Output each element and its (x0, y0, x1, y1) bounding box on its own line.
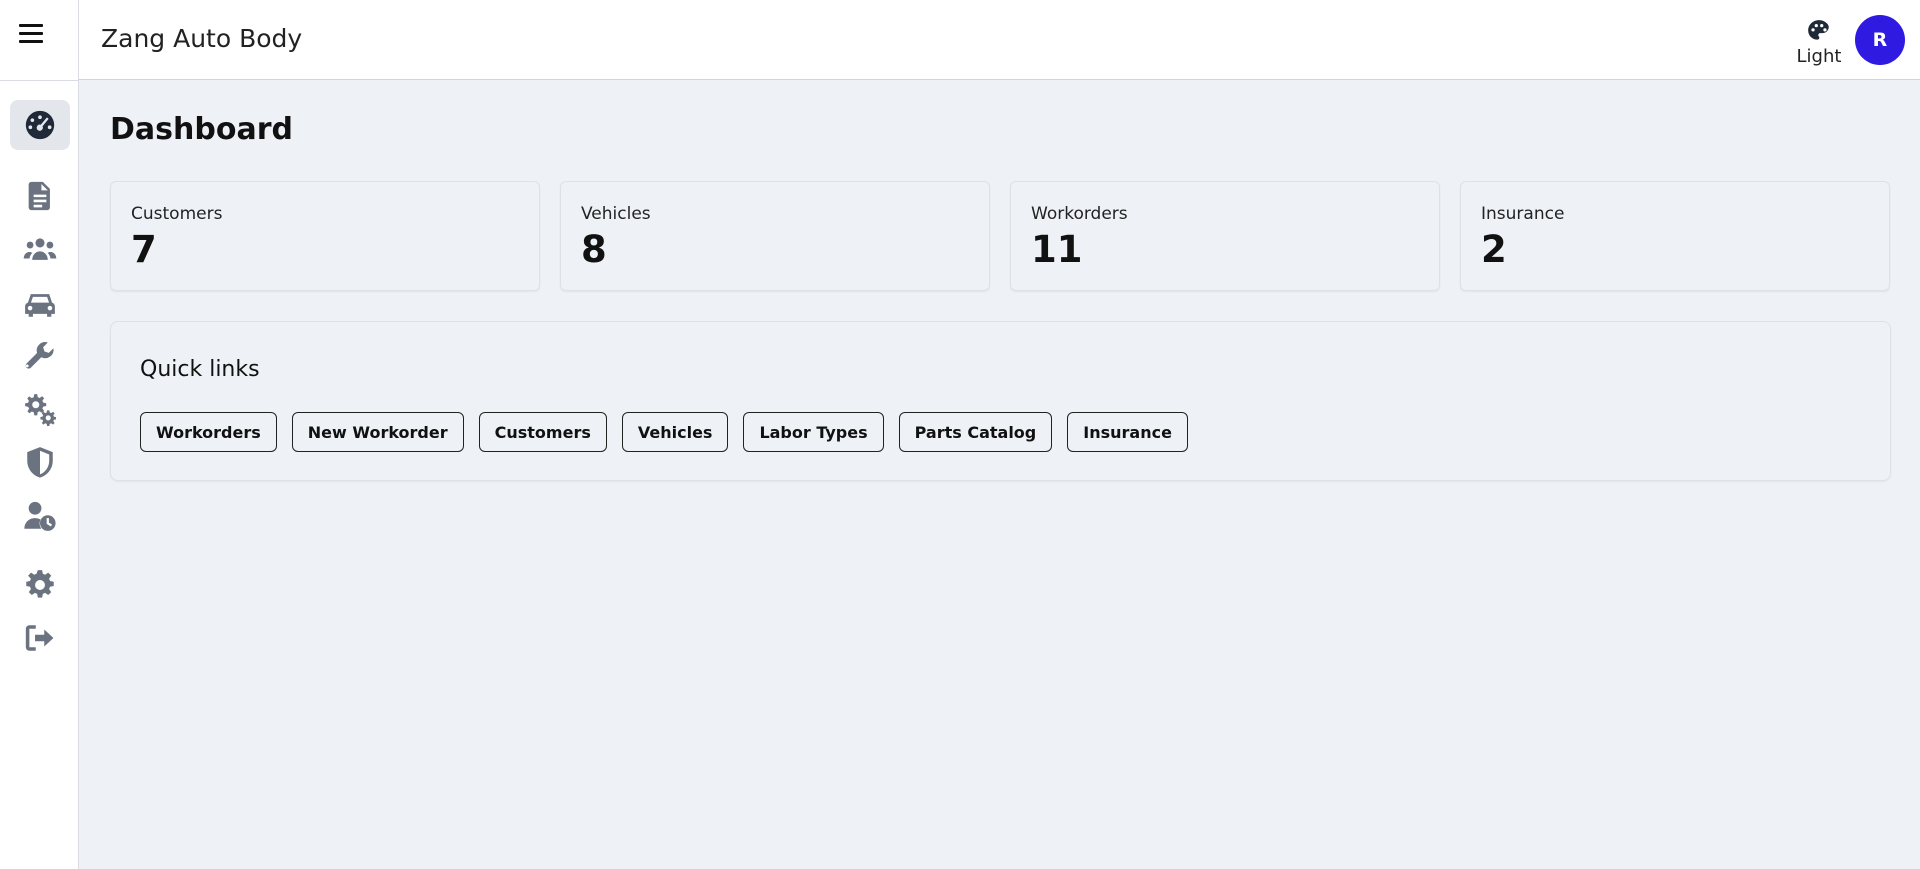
quick-links-buttons: Workorders New Workorder Customers Vehic… (140, 412, 1188, 452)
avatar[interactable]: R (1855, 15, 1905, 65)
theme-toggle-button[interactable]: Light (1789, 18, 1849, 74)
quick-link-vehicles-button[interactable]: Vehicles (621, 412, 729, 452)
sidebar-item-logout[interactable] (10, 613, 70, 663)
stat-card-customers: Customers 7 (110, 181, 540, 291)
sidebar-item-customers[interactable] (10, 225, 70, 275)
stat-value: 8 (581, 228, 607, 271)
app-title: Zang Auto Body (101, 24, 303, 53)
sidebar-item-workorders[interactable] (10, 171, 70, 221)
page-title: Dashboard (110, 112, 293, 147)
document-icon (28, 181, 50, 211)
top-bar: Zang Auto Body Light R (79, 0, 1920, 80)
stat-value: 2 (1481, 228, 1507, 271)
sidebar-item-dashboard[interactable] (10, 100, 70, 150)
stat-value: 11 (1031, 228, 1083, 271)
sidebar-item-insurance[interactable] (10, 437, 70, 487)
quick-link-insurance-button[interactable]: Insurance (1067, 412, 1188, 452)
sidebar-item-settings[interactable] (10, 560, 70, 610)
stat-card-workorders: Workorders 11 (1010, 181, 1440, 291)
quick-links-panel: Quick links Workorders New Workorder Cus… (110, 321, 1891, 481)
stat-value: 7 (131, 228, 157, 271)
shield-icon (27, 447, 53, 478)
quick-link-parts-catalog-button[interactable]: Parts Catalog (898, 412, 1053, 452)
logout-icon (25, 625, 54, 651)
quick-links-title: Quick links (140, 357, 260, 382)
quick-link-labor-types-button[interactable]: Labor Types (743, 412, 884, 452)
stat-label: Vehicles (581, 204, 651, 224)
palette-icon (1808, 20, 1829, 40)
car-icon (25, 294, 55, 317)
theme-label: Light (1796, 46, 1842, 67)
dashboard-gauge-icon (25, 110, 55, 140)
users-icon (23, 238, 57, 260)
stat-label: Workorders (1031, 204, 1128, 224)
wrench-icon (25, 342, 54, 369)
stat-label: Customers (131, 204, 223, 224)
sidebar (0, 0, 79, 869)
gears-icon (25, 394, 57, 426)
sidebar-item-labor-types[interactable] (10, 331, 70, 381)
sidebar-item-parts[interactable] (10, 384, 70, 434)
sidebar-item-vehicles[interactable] (10, 279, 70, 329)
user-clock-icon (24, 501, 56, 531)
stat-label: Insurance (1481, 204, 1565, 224)
quick-link-new-workorder-button[interactable]: New Workorder (291, 412, 464, 452)
gear-icon (26, 570, 54, 598)
hamburger-menu-icon[interactable] (19, 24, 43, 44)
quick-link-workorders-button[interactable]: Workorders (140, 412, 277, 452)
stat-card-vehicles: Vehicles 8 (560, 181, 990, 291)
sidebar-divider (0, 80, 79, 81)
sidebar-item-user-clock[interactable] (10, 491, 70, 541)
quick-link-customers-button[interactable]: Customers (478, 412, 607, 452)
stat-card-insurance: Insurance 2 (1460, 181, 1890, 291)
